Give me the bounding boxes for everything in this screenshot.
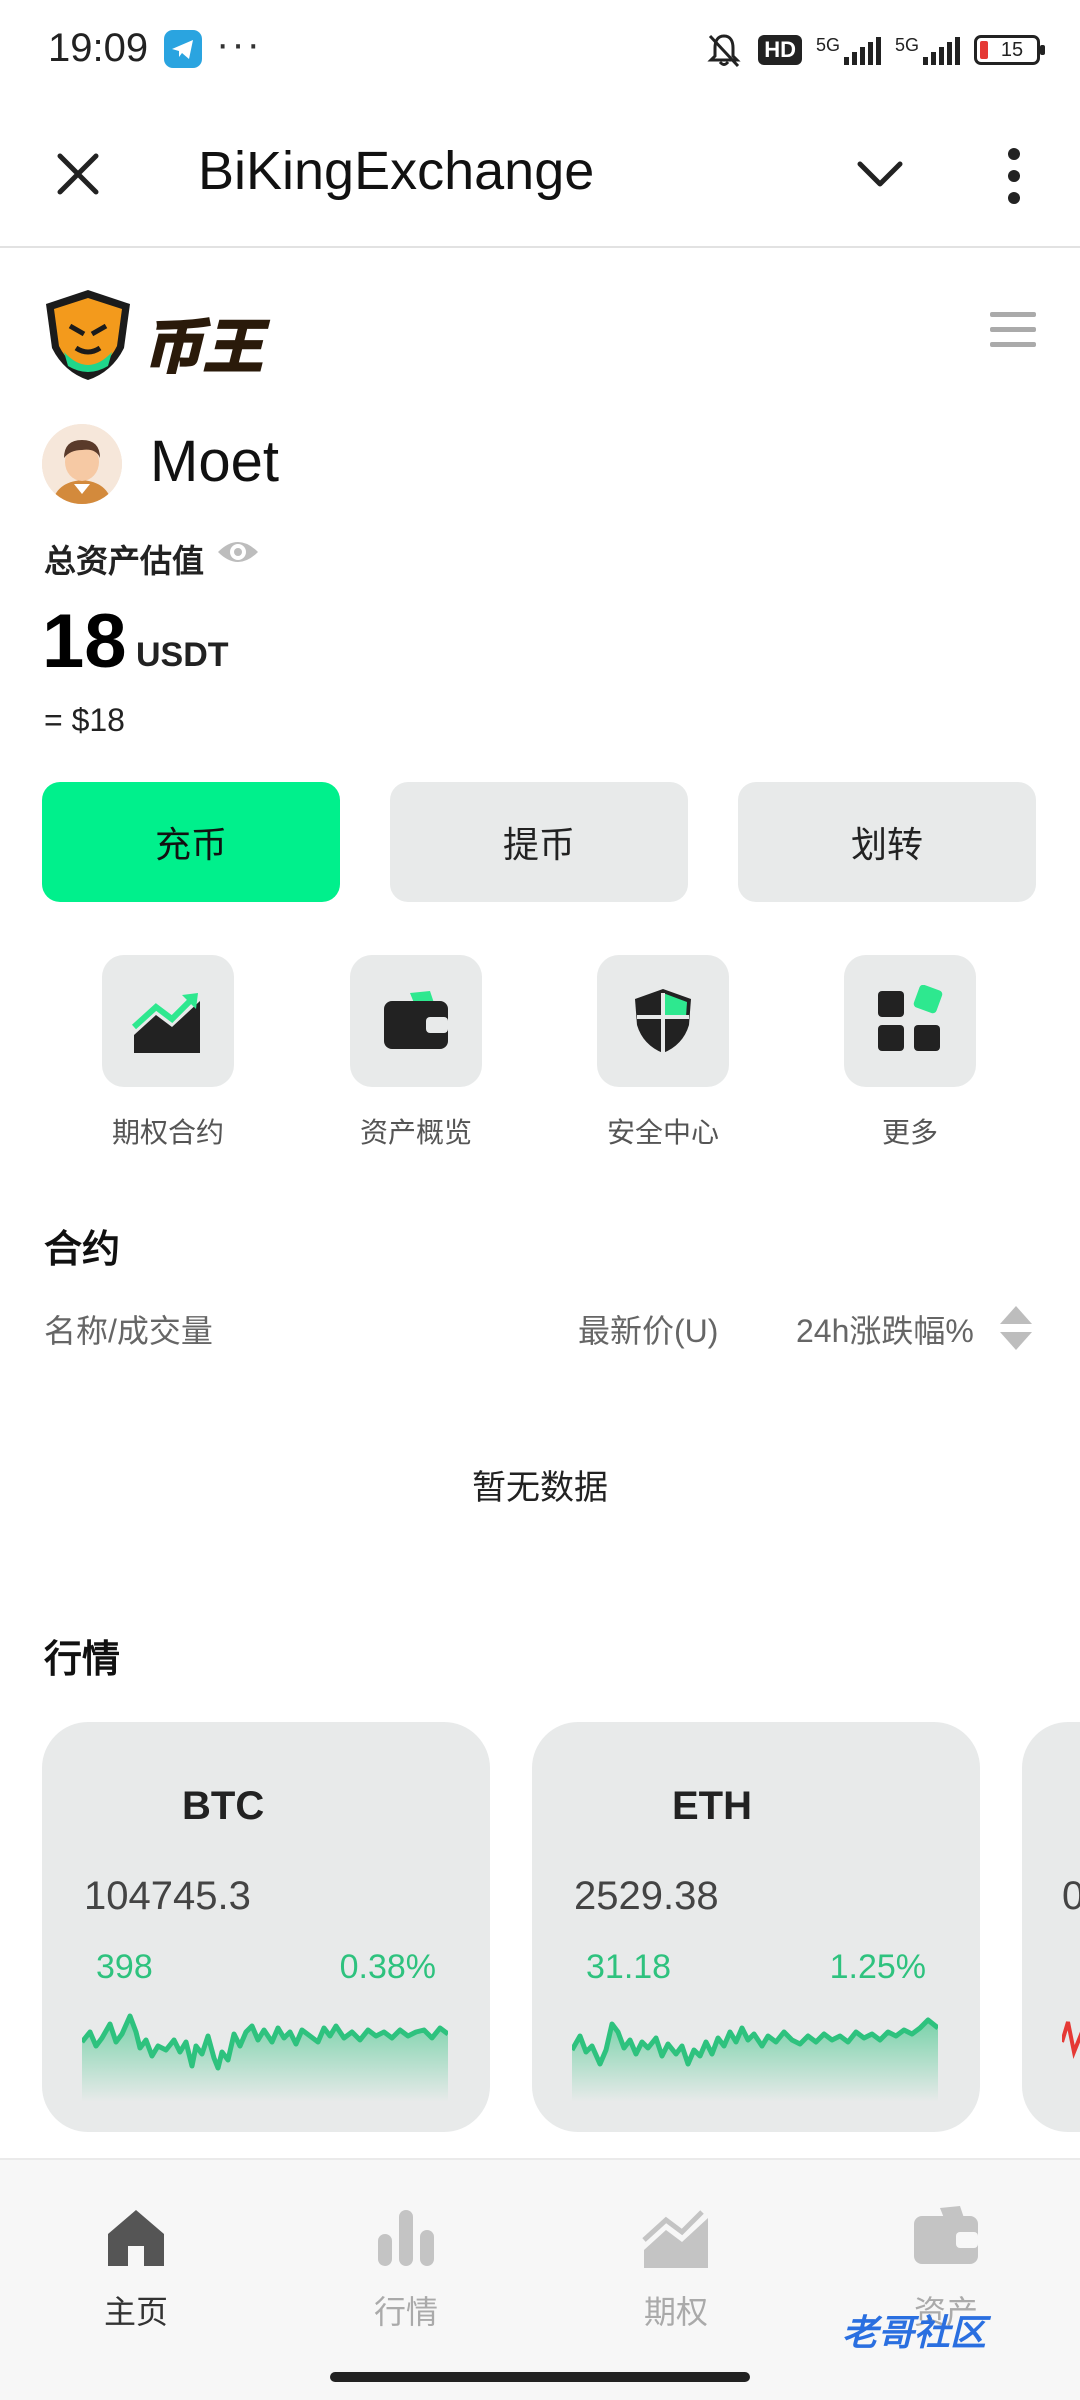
chart-up-icon: [131, 993, 200, 1053]
quick-asset-overview-label: 资产概览: [359, 1117, 472, 1148]
chevron-down-icon[interactable]: [852, 152, 908, 200]
sparkline-chart: [82, 2013, 448, 2102]
market-card-partial[interactable]: 0: [1022, 1722, 1080, 2132]
watermark: 老哥社区: [842, 2312, 987, 2353]
nav-market-label: 行情: [373, 2294, 438, 2330]
signal-bars-icon: [843, 35, 881, 65]
total-assets-label: 总资产估值: [44, 543, 205, 579]
battery-level: 15: [1000, 38, 1024, 61]
shield-icon: [635, 989, 691, 1053]
wallet-icon: [384, 991, 448, 1049]
quick-options-contract-label: 期权合约: [111, 1117, 224, 1148]
card-symbol: ETH: [672, 1784, 752, 1828]
signal-5g-2: 5G: [895, 35, 960, 65]
card-change: 398: [96, 1948, 153, 1986]
more-vertical-icon[interactable]: [996, 144, 1032, 208]
quick-security-center[interactable]: 安全中心: [583, 955, 743, 1151]
bottom-nav: 主页 行情 期权 资产: [0, 2158, 1080, 2400]
deposit-button[interactable]: 充币: [42, 782, 340, 902]
mute-bell-icon: [707, 34, 741, 68]
home-icon: [108, 2210, 164, 2266]
sparkline-chart: [572, 2017, 938, 2102]
status-bar: 19:09 ··· HD 5G 5G 15: [0, 0, 1080, 100]
empty-state: 暂无数据: [472, 1469, 608, 1507]
battery-icon: 15: [974, 35, 1045, 65]
nav-market[interactable]: 行情: [326, 2200, 486, 2333]
signal-5g-1: 5G: [816, 35, 881, 65]
quick-more[interactable]: 更多: [830, 955, 990, 1151]
market-card-btc[interactable]: BTC 104745.3 398 0.38%: [42, 1722, 490, 2132]
sort-icon[interactable]: [996, 1302, 1036, 1354]
card-price: 0: [1062, 1874, 1080, 1918]
more-notifications-icon: ···: [216, 22, 262, 66]
card-percent: 1.25%: [829, 1948, 926, 1986]
hd-badge: HD: [758, 35, 802, 65]
total-assets-unit: USDT: [136, 636, 229, 674]
quick-asset-overview[interactable]: 资产概览: [336, 955, 496, 1151]
sparkline-chart: [1062, 2021, 1080, 2059]
logo-text: 币王: [142, 314, 265, 382]
menu-icon[interactable]: [990, 312, 1036, 354]
card-symbol: BTC: [182, 1784, 265, 1828]
nav-home[interactable]: 主页: [56, 2200, 216, 2333]
total-assets-value: 18: [42, 599, 127, 684]
card-change: 31.18: [586, 1948, 672, 1986]
nav-options[interactable]: 期权: [596, 2200, 756, 2333]
market-title: 行情: [44, 1639, 121, 1681]
avatar[interactable]: [42, 424, 122, 504]
home-indicator[interactable]: [330, 2372, 750, 2382]
col-24h-change[interactable]: 24h涨跌幅%: [796, 1306, 974, 1352]
quick-more-label: 更多: [881, 1117, 938, 1148]
withdraw-button[interactable]: 提币: [390, 782, 688, 902]
col-latest-price: 最新价(U): [578, 1313, 719, 1349]
nav-options-label: 期权: [643, 2294, 708, 2330]
app-title: BiKingExchange: [198, 141, 595, 201]
wallet-icon: [914, 2206, 978, 2264]
quick-options-contract[interactable]: 期权合约: [88, 955, 248, 1151]
total-assets-usd: = $18: [44, 702, 125, 738]
nav-home-label: 主页: [103, 2294, 168, 2330]
card-percent: 0.38%: [339, 1948, 436, 1986]
brand-logo: 币王: [40, 286, 290, 382]
card-price: 2529.38: [574, 1874, 719, 1918]
transfer-button[interactable]: 划转: [738, 782, 1036, 902]
contracts-title: 合约: [44, 1229, 121, 1271]
market-card-eth[interactable]: ETH 2529.38 31.18 1.25%: [532, 1722, 980, 2132]
quick-security-center-label: 安全中心: [606, 1117, 719, 1148]
signal-bars-icon: [923, 35, 960, 65]
card-price: 104745.3: [84, 1874, 251, 1918]
trend-up-icon: [642, 2210, 708, 2268]
tiger-shield-icon: [46, 290, 130, 380]
telegram-icon: [164, 30, 202, 68]
close-icon[interactable]: [50, 146, 106, 202]
user-name: Moet: [150, 429, 279, 494]
grid-icon: [878, 985, 943, 1051]
eye-icon[interactable]: [214, 532, 262, 572]
app-bar: BiKingExchange: [0, 100, 1080, 248]
bar-chart-icon: [378, 2210, 434, 2266]
status-time: 19:09: [48, 26, 149, 70]
col-name-volume: 名称/成交量: [44, 1313, 213, 1349]
